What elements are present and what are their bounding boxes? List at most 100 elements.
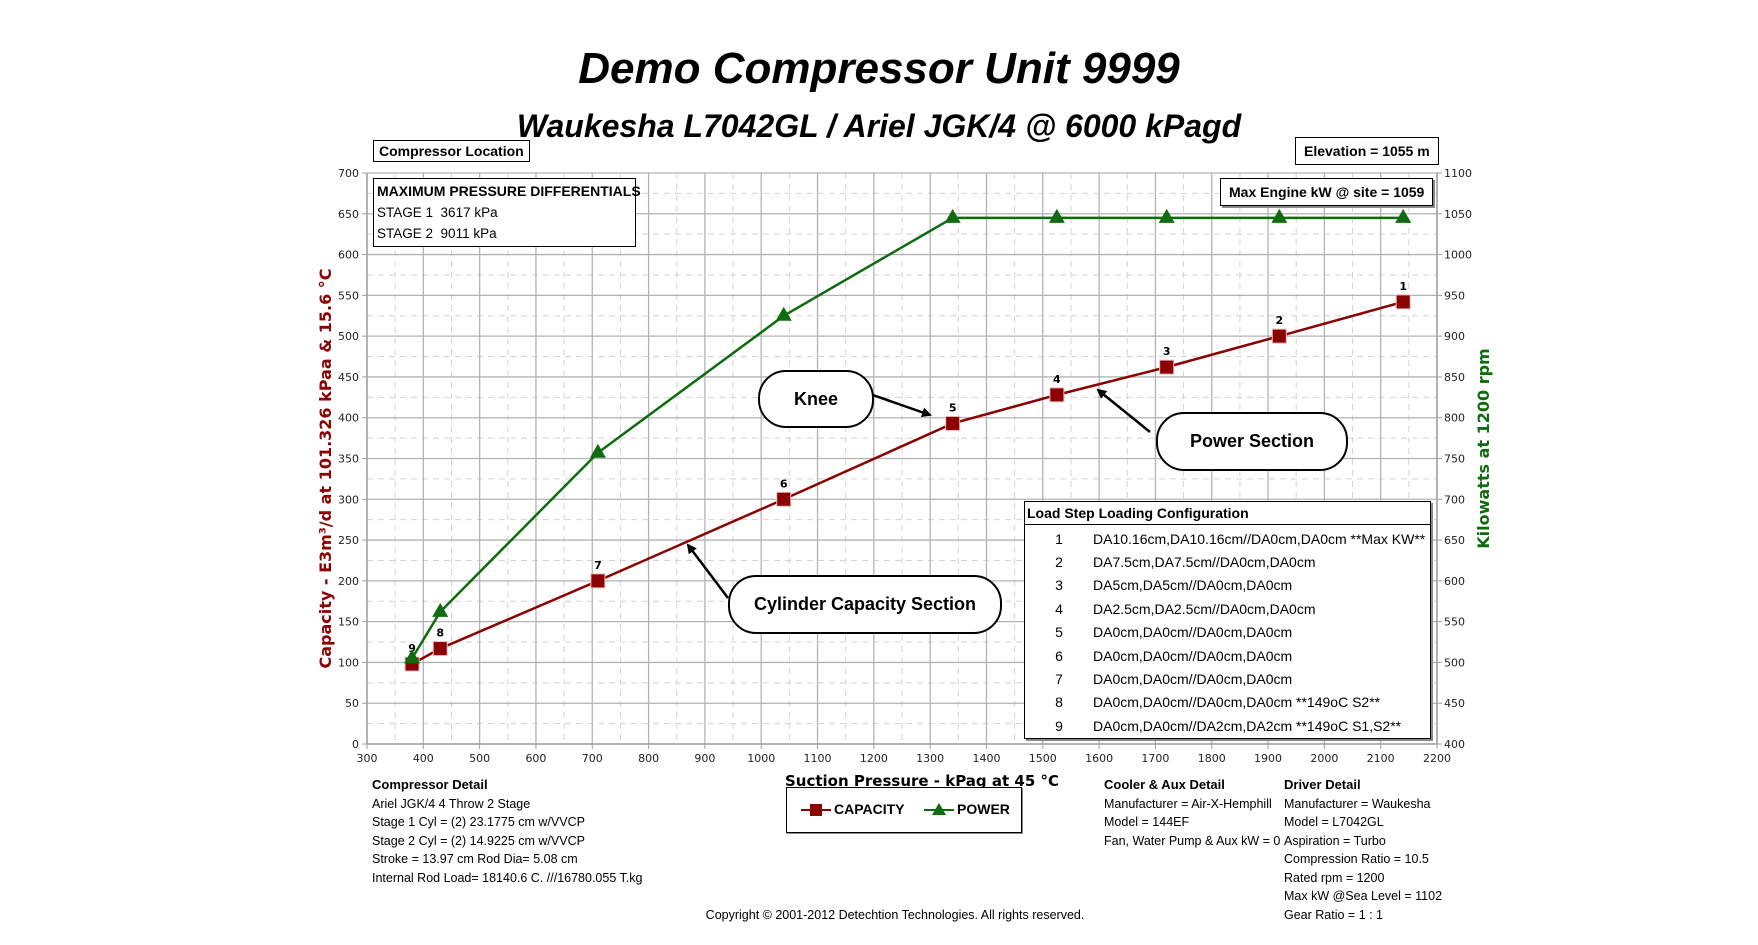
load-step-number: 4	[1055, 600, 1063, 617]
max-engine-kw-box: Max Engine kW @ site = 1059	[1220, 178, 1434, 206]
compressor-location-box: Compressor Location	[373, 140, 530, 162]
power-point	[1048, 208, 1065, 223]
y-tick-label: 700	[338, 167, 359, 180]
x-tick-label: 1100	[804, 752, 832, 765]
x-tick-label: 1700	[1141, 752, 1169, 765]
point-label: 6	[780, 477, 788, 490]
detail-line: Aspiration = Turbo	[1284, 833, 1386, 848]
x-tick-label: 1500	[1029, 752, 1057, 765]
x-tick-label: 700	[582, 752, 603, 765]
mpd-stage-label: STAGE 1	[377, 205, 434, 220]
detail-line: Fan, Water Pump & Aux kW = 0	[1104, 833, 1281, 848]
annotation-knee: Knee	[758, 370, 874, 428]
x-tick-label: 1900	[1254, 752, 1282, 765]
y2-tick-label: 850	[1444, 371, 1465, 384]
y-tick-label: 150	[338, 616, 359, 629]
load-table-row: 4 DA2.5cm,DA2.5cm//DA0cm,DA0cm	[1025, 597, 1430, 620]
point-label: 2	[1275, 314, 1283, 327]
capacity-point	[945, 415, 961, 431]
capacity-point	[1271, 328, 1287, 344]
power-point	[1271, 208, 1288, 223]
load-table-row: 8 DA0cm,DA0cm//DA0cm,DA0cm **149oC S2**	[1025, 691, 1430, 714]
detail-line: Rated rpm = 1200	[1284, 870, 1385, 885]
point-label: 1	[1399, 280, 1407, 293]
load-step-number: 6	[1055, 647, 1063, 664]
mpd-row: STAGE 2 9011 kPa	[377, 223, 632, 244]
load-table-header: Load Step Loading Configuration	[1025, 502, 1430, 525]
x-tick-label: 1200	[860, 752, 888, 765]
loading-configuration: DA0cm,DA0cm//DA0cm,DA0cm	[1093, 624, 1293, 641]
x-tick-label: 500	[469, 752, 490, 765]
y2-tick-label: 550	[1444, 616, 1465, 629]
header-loading-configuration: Loading Configuration	[1098, 505, 1249, 521]
y-tick-label: 0	[352, 738, 359, 751]
x-tick-label: 2200	[1423, 752, 1451, 765]
cooler-aux-detail: Cooler & Aux Detail Manufacturer = Air-X…	[1104, 776, 1280, 850]
power-section-arrow	[1096, 388, 1151, 433]
detail-line: Stage 1 Cyl = (2) 23.1775 cm w/VVCP	[372, 815, 585, 829]
detail-line: Manufacturer = Air-X-Hemphill	[1104, 796, 1272, 811]
detail-line: Manufacturer = Waukesha	[1284, 796, 1431, 811]
point-label: 5	[949, 401, 957, 414]
mpd-stage-label: STAGE 2	[377, 226, 434, 241]
load-table-row: 1 DA10.16cm,DA10.16cm//DA0cm,DA0cm **Max …	[1025, 527, 1430, 550]
load-table-row: 9 DA0cm,DA0cm//DA2cm,DA2cm **149oC S1,S2*…	[1025, 714, 1430, 737]
mpd-row: STAGE 1 3617 kPa	[377, 202, 632, 223]
load-step-number: 1	[1055, 530, 1063, 547]
annotation-power-section: Power Section	[1156, 412, 1348, 471]
load-table-row: 6 DA0cm,DA0cm//DA0cm,DA0cm	[1025, 644, 1430, 667]
header-load-step: Load Step	[1027, 505, 1095, 521]
x-tick-label: 1300	[916, 752, 944, 765]
load-step-number: 2	[1055, 554, 1063, 571]
y2-tick-label: 950	[1444, 289, 1465, 302]
x-tick-label: 1000	[747, 752, 775, 765]
y2-tick-label: 500	[1444, 656, 1465, 669]
x-tick-label: 2100	[1367, 752, 1395, 765]
cylinder-section-arrow	[686, 543, 729, 599]
copyright-text: Copyright © 2001-2012 Detechtion Technol…	[705, 908, 1085, 922]
x-tick-label: 600	[525, 752, 546, 765]
x-tick-label: 400	[413, 752, 434, 765]
y2-tick-label: 700	[1444, 493, 1465, 506]
detail-line: Ariel JGK/4 4 Throw 2 Stage	[372, 796, 531, 811]
y2-tick-label: 650	[1444, 534, 1465, 547]
point-label: 7	[594, 559, 602, 572]
x-tick-label: 1400	[972, 752, 1000, 765]
load-table-row: 5 DA0cm,DA0cm//DA0cm,DA0cm	[1025, 621, 1430, 644]
y-tick-label: 400	[338, 412, 359, 425]
driver-detail-title: Driver Detail	[1284, 777, 1361, 792]
point-label: 4	[1053, 373, 1061, 386]
capacity-point	[1395, 294, 1411, 310]
y-tick-label: 100	[338, 656, 359, 669]
detail-line: Model = 144EF	[1104, 815, 1190, 829]
elevation-box: Elevation = 1055 m	[1295, 137, 1439, 165]
x-tick-label: 2000	[1310, 752, 1338, 765]
compressor-detail-title: Compressor Detail	[372, 777, 488, 792]
loading-configuration: DA0cm,DA0cm//DA0cm,DA0cm **149oC S2**	[1093, 694, 1381, 711]
compressor-detail: Compressor Detail Ariel JGK/4 4 Throw 2 …	[372, 776, 642, 887]
y2-tick-label: 800	[1444, 412, 1465, 425]
cooler-detail-title: Cooler & Aux Detail	[1104, 777, 1225, 792]
loading-configuration: DA0cm,DA0cm//DA0cm,DA0cm	[1093, 647, 1293, 664]
legend-power-marker	[924, 803, 954, 815]
loading-configuration: DA10.16cm,DA10.16cm//DA0cm,DA0cm **Max K…	[1093, 530, 1426, 547]
loading-configuration: DA5cm,DA5cm//DA0cm,DA0cm	[1093, 577, 1293, 594]
load-step-number: 9	[1055, 717, 1063, 734]
x-tick-label: 900	[694, 752, 715, 765]
mpd-title: MAXIMUM PRESSURE DIFFERENTIALS	[377, 183, 641, 199]
y-tick-label: 600	[338, 249, 359, 262]
load-table-row: 2 DA7.5cm,DA7.5cm//DA0cm,DA0cm	[1025, 550, 1430, 573]
load-step-number: 3	[1055, 577, 1063, 594]
load-step-number: 7	[1055, 671, 1063, 688]
legend-label-capacity: CAPACITY	[834, 801, 905, 817]
legend-capacity-marker	[801, 804, 831, 816]
y2-tick-label: 600	[1444, 575, 1465, 588]
detail-line: Max kW @Sea Level = 1102	[1284, 889, 1443, 903]
y-tick-label: 50	[345, 697, 359, 710]
legend-label-power: POWER	[957, 801, 1010, 817]
y2-tick-label: 400	[1444, 738, 1465, 751]
x-tick-label: 800	[638, 752, 659, 765]
loading-configuration: DA0cm,DA0cm//DA2cm,DA2cm **149oC S1,S2**	[1093, 717, 1402, 734]
y2-axis-title: Kilowatts at 1200 rpm	[1474, 348, 1493, 548]
chart-legend: CAPACITY POWER	[786, 787, 1022, 833]
